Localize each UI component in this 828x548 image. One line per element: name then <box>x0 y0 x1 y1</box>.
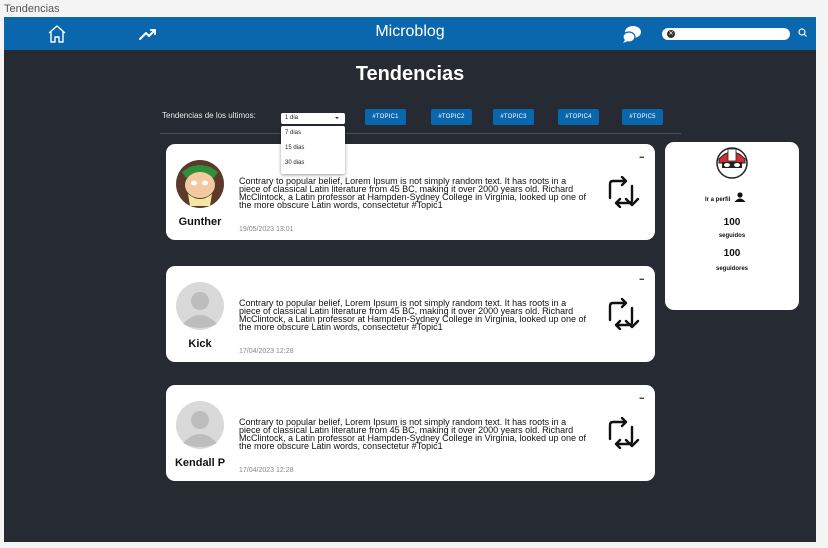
followers-label: seguidores <box>715 266 748 272</box>
period-option[interactable]: 7 dias <box>281 126 345 141</box>
retweet-icon[interactable] <box>604 176 640 208</box>
following-label: seguidos <box>718 233 746 239</box>
search-icon[interactable] <box>796 25 810 41</box>
avatar <box>176 401 224 449</box>
top-bar: Microblog ✕ <box>4 17 816 50</box>
post-text: Contrary to popular belief, Lorem Ipsum … <box>239 298 587 332</box>
chat-icon[interactable] <box>621 24 643 44</box>
window-title: Tendencias <box>4 3 60 15</box>
profile-card: Ir a perfil 100 seguidos 100 seguidores <box>665 142 799 310</box>
period-dropdown: 7 dias 15 dias 30 dias <box>281 126 345 174</box>
post-date: 17/04/2023 12:28 <box>239 467 294 474</box>
period-label: Tendencias de los ultimos: <box>162 111 256 120</box>
avatar <box>176 160 224 208</box>
period-select-value: 1 dia <box>285 115 299 121</box>
more-icon[interactable]: ... <box>639 391 644 401</box>
search-input[interactable]: ✕ <box>662 28 790 40</box>
topic-chip[interactable]: #TOPIC2 <box>431 109 472 125</box>
retweet-icon[interactable] <box>604 298 640 330</box>
following-count: 100 <box>723 217 741 228</box>
user-icon <box>734 192 746 202</box>
avatar <box>176 282 224 330</box>
post-date: 19/05/2023 13:01 <box>239 226 294 233</box>
period-select[interactable]: 1 dia <box>281 113 345 124</box>
period-option[interactable]: 15 dias <box>281 141 345 156</box>
post-card: Kick Contrary to popular belief, Lorem I… <box>166 266 655 362</box>
period-option[interactable]: 30 dias <box>281 156 345 171</box>
post-date: 17/04/2023 12:28 <box>239 348 294 355</box>
profile-avatar <box>716 147 748 179</box>
followers-count: 100 <box>723 248 741 259</box>
more-icon[interactable]: ... <box>639 150 644 160</box>
topic-chip[interactable]: #TOPIC3 <box>493 109 534 125</box>
post-username[interactable]: Kendall P <box>166 457 234 469</box>
app-frame: Microblog ✕ Tendencias Tendencias de los… <box>4 17 816 542</box>
post-text: Contrary to popular belief, Lorem Ipsum … <box>239 176 587 210</box>
post-text: Contrary to popular belief, Lorem Ipsum … <box>239 417 587 451</box>
chevron-down-icon <box>335 117 339 119</box>
topic-chip[interactable]: #TOPIC4 <box>558 109 599 125</box>
retweet-icon[interactable] <box>604 417 640 449</box>
post-username[interactable]: Kick <box>166 338 234 350</box>
go-to-profile-link[interactable]: Ir a perfil <box>705 192 746 203</box>
more-icon[interactable]: ... <box>639 272 644 282</box>
go-to-profile-label: Ir a perfil <box>705 197 731 203</box>
topic-chip[interactable]: #TOPIC5 <box>622 109 663 125</box>
post-card: Gunther Contrary to popular belief, Lore… <box>166 144 655 240</box>
divider <box>160 133 681 134</box>
page-title: Tendencias <box>355 63 465 85</box>
clear-icon[interactable]: ✕ <box>667 30 675 38</box>
post-username[interactable]: Gunther <box>166 216 234 228</box>
post-card: Kendall P Contrary to popular belief, Lo… <box>166 385 655 481</box>
topic-chip[interactable]: #TOPIC1 <box>365 109 406 125</box>
